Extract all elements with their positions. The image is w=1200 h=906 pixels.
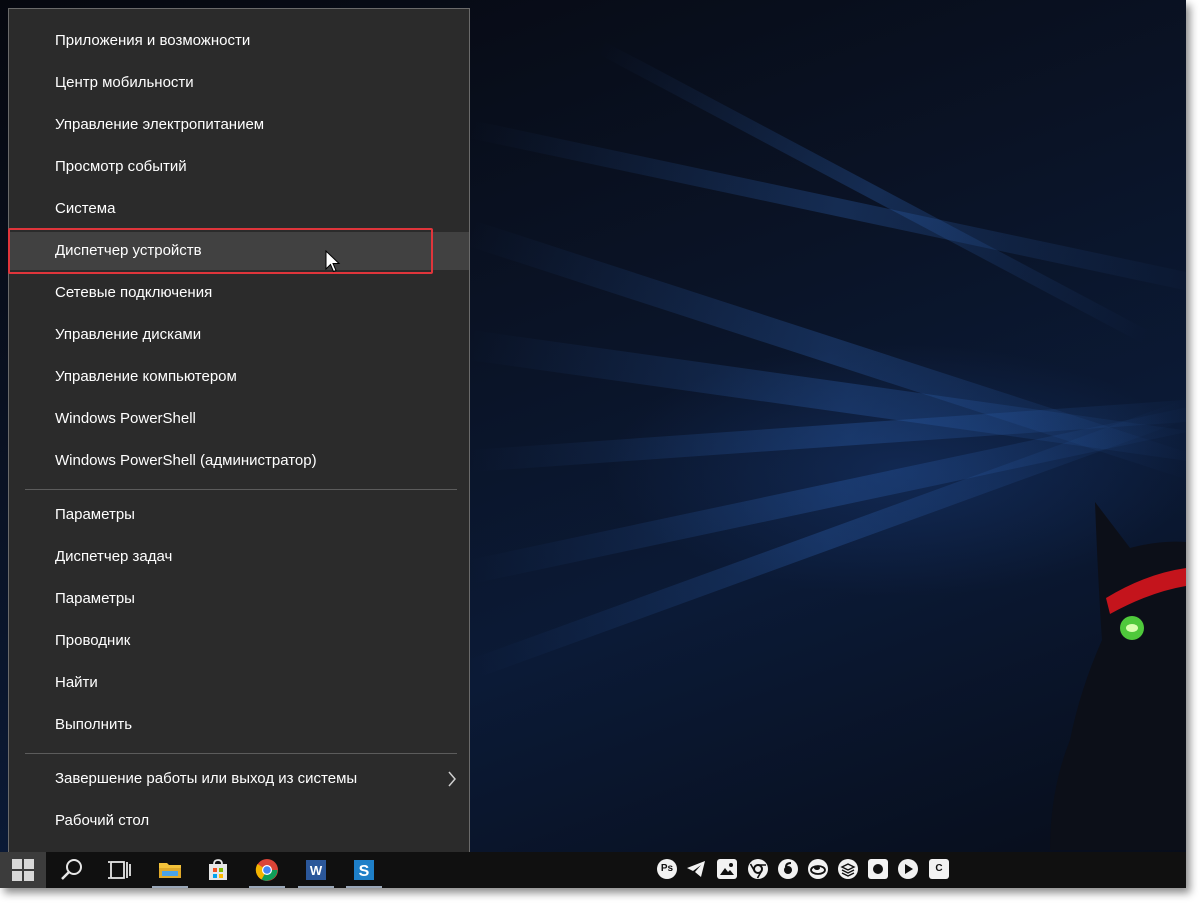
menu-item-computer-management[interactable]: Управление компьютером — [9, 358, 469, 396]
menu-item-label: Проводник — [55, 632, 131, 649]
menu-separator — [25, 489, 457, 490]
task-view-icon — [108, 861, 131, 879]
chrome-icon — [255, 859, 278, 881]
photoshop-icon[interactable]: Ps — [657, 859, 677, 879]
running-indicator — [152, 886, 188, 888]
menu-item-shutdown-signout[interactable]: Завершение работы или выход из системы — [9, 760, 469, 798]
menu-item-event-viewer[interactable]: Просмотр событий — [9, 148, 469, 186]
task-view-button[interactable] — [96, 852, 144, 888]
running-indicator — [346, 886, 382, 888]
menu-item-network-connections[interactable]: Сетевые подключения — [9, 274, 469, 312]
photos-icon[interactable] — [717, 859, 737, 879]
menu-item-label: Windows PowerShell (администратор) — [55, 452, 317, 469]
windows-start-icon — [12, 859, 34, 881]
menu-item-label: Центр мобильности — [55, 74, 194, 91]
music-icon[interactable] — [778, 859, 798, 879]
menu-item-label: Параметры — [55, 506, 135, 523]
menu-item-label: Управление электропитанием — [55, 116, 265, 133]
menu-item-label: Управление компьютером — [55, 368, 237, 385]
search-button[interactable] — [48, 852, 96, 888]
menu-item-disk-management[interactable]: Управление дисками — [9, 316, 469, 354]
play-icon[interactable] — [898, 859, 918, 879]
cloud-icon[interactable] — [808, 859, 828, 879]
menu-item-settings-2[interactable]: Параметры — [9, 580, 469, 618]
word-icon-label: W — [310, 863, 323, 878]
menu-item-file-explorer[interactable]: Проводник — [9, 622, 469, 660]
highlight-annotation — [8, 228, 433, 274]
menu-item-label: Управление дисками — [55, 326, 202, 343]
menu-item-powershell-admin[interactable]: Windows PowerShell (администратор) — [9, 442, 469, 480]
ninja-cat-illustration — [1050, 502, 1186, 850]
camera-icon[interactable] — [868, 859, 888, 879]
menu-item-label: Просмотр событий — [55, 158, 187, 175]
running-indicator — [298, 886, 334, 888]
file-explorer-icon — [159, 863, 181, 878]
search-icon — [61, 859, 82, 880]
c-app-icon[interactable]: C — [929, 859, 949, 879]
word-icon: W — [306, 860, 326, 880]
menu-separator — [25, 753, 457, 754]
store-taskbar-button[interactable] — [194, 852, 242, 888]
word-taskbar-button[interactable]: W — [292, 852, 340, 888]
menu-item-run[interactable]: Выполнить — [9, 706, 469, 744]
menu-item-search[interactable]: Найти — [9, 664, 469, 702]
menu-item-label: Выполнить — [55, 716, 133, 733]
menu-item-task-manager[interactable]: Диспетчер задач — [9, 538, 469, 576]
chrome-tray-icon[interactable] — [748, 859, 768, 879]
desktop: Приложения и возможности Центр мобильнос… — [0, 0, 1186, 888]
menu-item-label: Windows PowerShell — [55, 410, 196, 427]
winx-context-menu: Приложения и возможности Центр мобильнос… — [8, 8, 470, 853]
running-indicator — [249, 886, 285, 888]
menu-item-label: Сетевые подключения — [55, 284, 213, 301]
chrome-taskbar-button[interactable] — [243, 852, 291, 888]
start-button[interactable] — [0, 852, 46, 888]
layers-icon[interactable] — [838, 859, 858, 879]
menu-item-label: Параметры — [55, 590, 135, 607]
snagit-icon: S — [354, 860, 374, 880]
menu-item-desktop[interactable]: Рабочий стол — [9, 802, 469, 840]
menu-item-label: Завершение работы или выход из системы — [55, 770, 358, 787]
menu-item-label: Система — [55, 200, 116, 217]
menu-item-mobility-center[interactable]: Центр мобильности — [9, 64, 469, 102]
store-icon — [209, 859, 227, 880]
menu-item-label: Диспетчер задач — [55, 548, 173, 565]
snagit-taskbar-button[interactable]: S — [340, 852, 388, 888]
menu-item-label: Приложения и возможности — [55, 32, 251, 49]
file-explorer-taskbar-button[interactable] — [146, 852, 194, 888]
menu-item-label: Рабочий стол — [55, 812, 150, 829]
menu-item-powershell[interactable]: Windows PowerShell — [9, 400, 469, 438]
menu-item-apps-features[interactable]: Приложения и возможности — [9, 22, 469, 60]
taskbar: W S Ps C — [0, 852, 1186, 888]
mouse-cursor-icon — [325, 250, 341, 273]
c-app-icon-label: C — [935, 863, 943, 874]
menu-item-power-options[interactable]: Управление электропитанием — [9, 106, 469, 144]
menu-item-label: Найти — [55, 674, 98, 691]
telegram-icon[interactable] — [686, 859, 706, 879]
menu-item-system[interactable]: Система — [9, 190, 469, 228]
menu-item-settings[interactable]: Параметры — [9, 496, 469, 534]
snagit-icon-label: S — [359, 863, 370, 880]
photoshop-icon-label: Ps — [660, 863, 674, 874]
